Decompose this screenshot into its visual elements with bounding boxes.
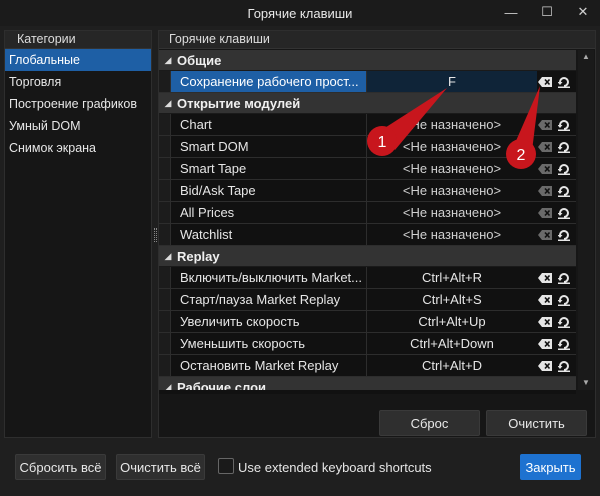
annotation-overlay: 1 2 — [367, 86, 540, 169]
callout-2-label: 2 — [517, 147, 526, 164]
callout-1-label: 1 — [378, 134, 387, 151]
